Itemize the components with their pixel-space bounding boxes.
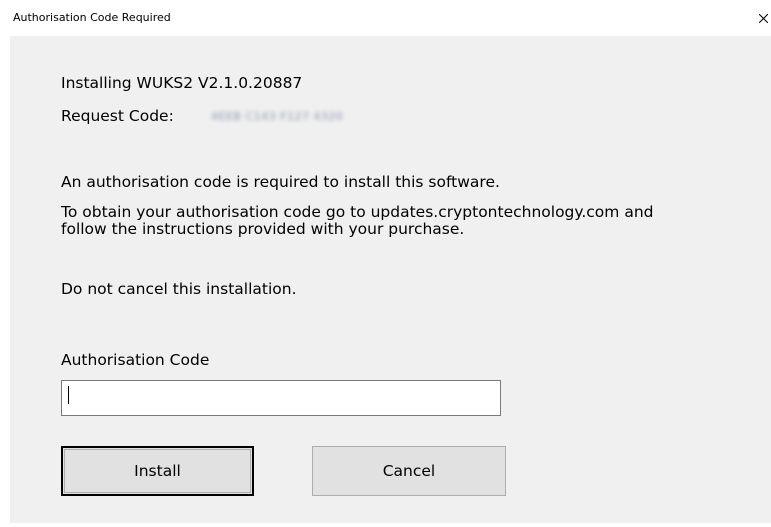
cancel-warning: Do not cancel this installation. <box>61 280 297 298</box>
auth-code-input[interactable] <box>61 380 501 416</box>
close-icon <box>759 14 768 23</box>
request-code-label: Request Code: <box>61 107 174 125</box>
title-bar[interactable]: Authorisation Code Required <box>0 0 771 36</box>
window-title: Authorisation Code Required <box>13 11 171 24</box>
install-button-label: Install <box>134 462 181 480</box>
obtain-instructions: To obtain your authorisation code go to … <box>61 203 654 238</box>
cancel-button[interactable]: Cancel <box>312 446 506 496</box>
authorisation-dialog: Authorisation Code Required Installing W… <box>0 0 771 527</box>
auth-code-label: Authorisation Code <box>61 351 210 369</box>
close-button[interactable] <box>753 0 771 36</box>
install-button[interactable]: Install <box>61 446 254 496</box>
installing-text: Installing WUKS2 V2.1.0.20887 <box>61 74 303 92</box>
required-text: An authorisation code is required to ins… <box>61 173 500 191</box>
text-caret <box>68 386 69 404</box>
request-code-value: 4EEB C143 F127 4320 <box>211 110 344 123</box>
cancel-button-label: Cancel <box>382 462 436 480</box>
dialog-body: Installing WUKS2 V2.1.0.20887 Request Co… <box>10 36 771 523</box>
